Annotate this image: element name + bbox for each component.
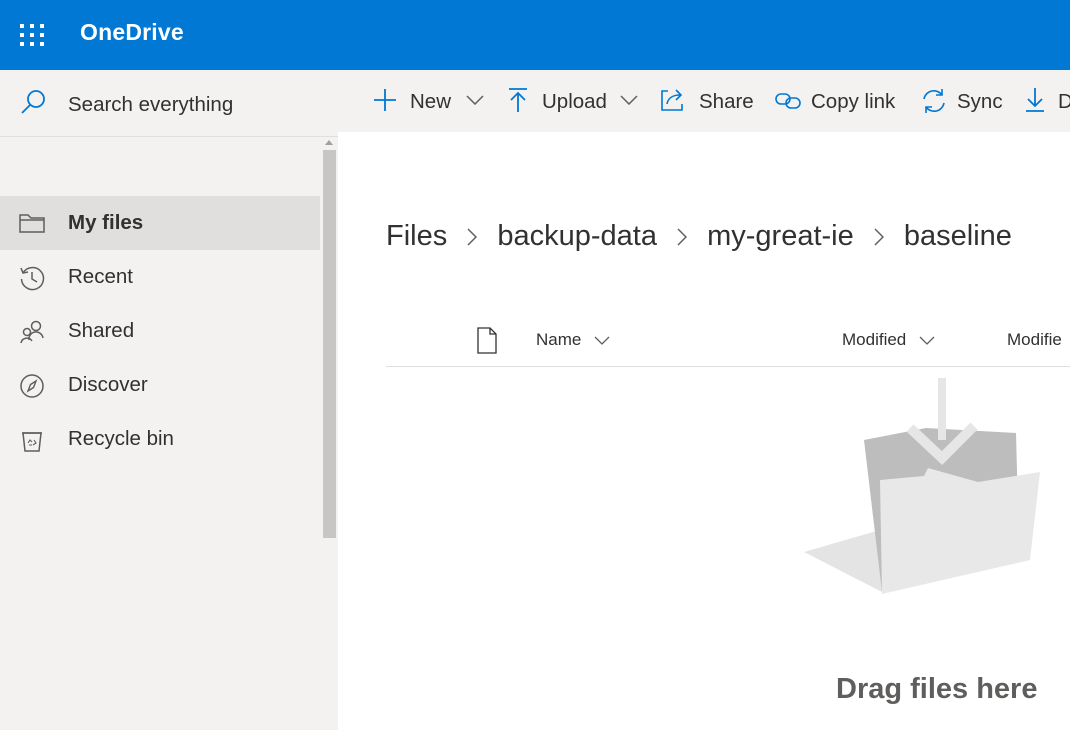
nav-item-shared[interactable]: Shared (0, 304, 320, 358)
nav-item-label: Recycle bin (68, 427, 174, 450)
nav-item-label: Shared (68, 319, 135, 342)
history-icon (20, 266, 45, 291)
download-icon (1026, 88, 1044, 112)
main-content: Files backup-data my-great-ie baseline N… (338, 132, 1070, 730)
nav-item-label: Recent (68, 265, 133, 288)
breadcrumb-item[interactable]: my-great-ie (707, 220, 854, 252)
column-header-name[interactable]: Name (536, 330, 610, 350)
left-nav: Search everything My files Recent Shared (0, 70, 338, 730)
chevron-down-icon (620, 95, 638, 105)
plus-icon (374, 89, 396, 111)
share-button-label: Share (699, 90, 754, 113)
new-button[interactable]: New (372, 70, 484, 132)
chevron-right-icon (677, 228, 688, 246)
command-bar: New Upload Share Copy link Sync D (338, 70, 1070, 132)
breadcrumb: Files backup-data my-great-ie baseline (386, 220, 1012, 253)
recycle-bin-icon (22, 432, 42, 452)
copy-link-button[interactable]: Copy link (774, 70, 900, 132)
scroll-up-arrow-icon[interactable] (325, 140, 333, 145)
column-header-modified-by[interactable]: Modifie (1007, 330, 1062, 350)
file-list-header: Name Modified Modifie (386, 318, 1070, 367)
search-box[interactable]: Search everything (0, 70, 338, 137)
breadcrumb-current[interactable]: baseline (904, 220, 1012, 252)
chevron-down-icon (466, 95, 484, 105)
column-header-modified-by-label: Modifie (1007, 330, 1062, 349)
empty-state-text: Drag files here (836, 673, 1038, 705)
column-header-name-label: Name (536, 330, 582, 349)
nav-item-recent[interactable]: Recent (0, 250, 320, 304)
sync-button[interactable]: Sync (920, 70, 1003, 132)
download-button-label: D (1058, 90, 1070, 113)
upload-button-label: Upload (542, 90, 607, 113)
column-header-modified[interactable]: Modified (842, 330, 935, 350)
sync-button-label: Sync (957, 90, 1003, 113)
compass-icon (20, 374, 44, 398)
share-button[interactable]: Share (660, 70, 754, 132)
copy-link-button-label: Copy link (811, 90, 896, 113)
chevron-down-icon (919, 336, 935, 345)
nav-item-label: Discover (68, 373, 148, 396)
search-placeholder[interactable]: Search everything (68, 93, 233, 117)
empty-folder-illustration (804, 378, 1040, 594)
breadcrumb-item[interactable]: backup-data (497, 220, 657, 252)
link-icon (775, 93, 801, 109)
nav-item-my-files[interactable]: My files (0, 196, 320, 250)
suite-header: OneDrive (0, 0, 1070, 70)
breadcrumb-item[interactable]: Files (386, 220, 447, 252)
people-icon (20, 320, 44, 344)
nav-item-discover[interactable]: Discover (0, 358, 320, 412)
share-icon (661, 89, 683, 111)
upload-button[interactable]: Upload (506, 70, 640, 132)
app-brand-title[interactable]: OneDrive (80, 19, 184, 46)
column-header-modified-label: Modified (842, 330, 907, 349)
chevron-right-icon (467, 228, 478, 246)
file-type-icon[interactable] (476, 327, 498, 354)
sync-icon (923, 89, 945, 113)
upload-icon (509, 88, 527, 112)
search-icon (21, 90, 45, 114)
app-launcher-button[interactable] (10, 13, 54, 57)
waffle-icon (20, 24, 44, 46)
new-button-label: New (410, 90, 452, 113)
folder-icon (19, 214, 45, 233)
scrollbar-thumb[interactable] (323, 150, 336, 538)
nav-scrollbar[interactable] (321, 138, 338, 538)
nav-item-recycle-bin[interactable]: Recycle bin (0, 412, 320, 466)
nav-item-label: My files (68, 211, 144, 234)
download-button[interactable]: D (1024, 70, 1070, 132)
chevron-right-icon (874, 228, 884, 246)
chevron-down-icon (594, 336, 610, 345)
